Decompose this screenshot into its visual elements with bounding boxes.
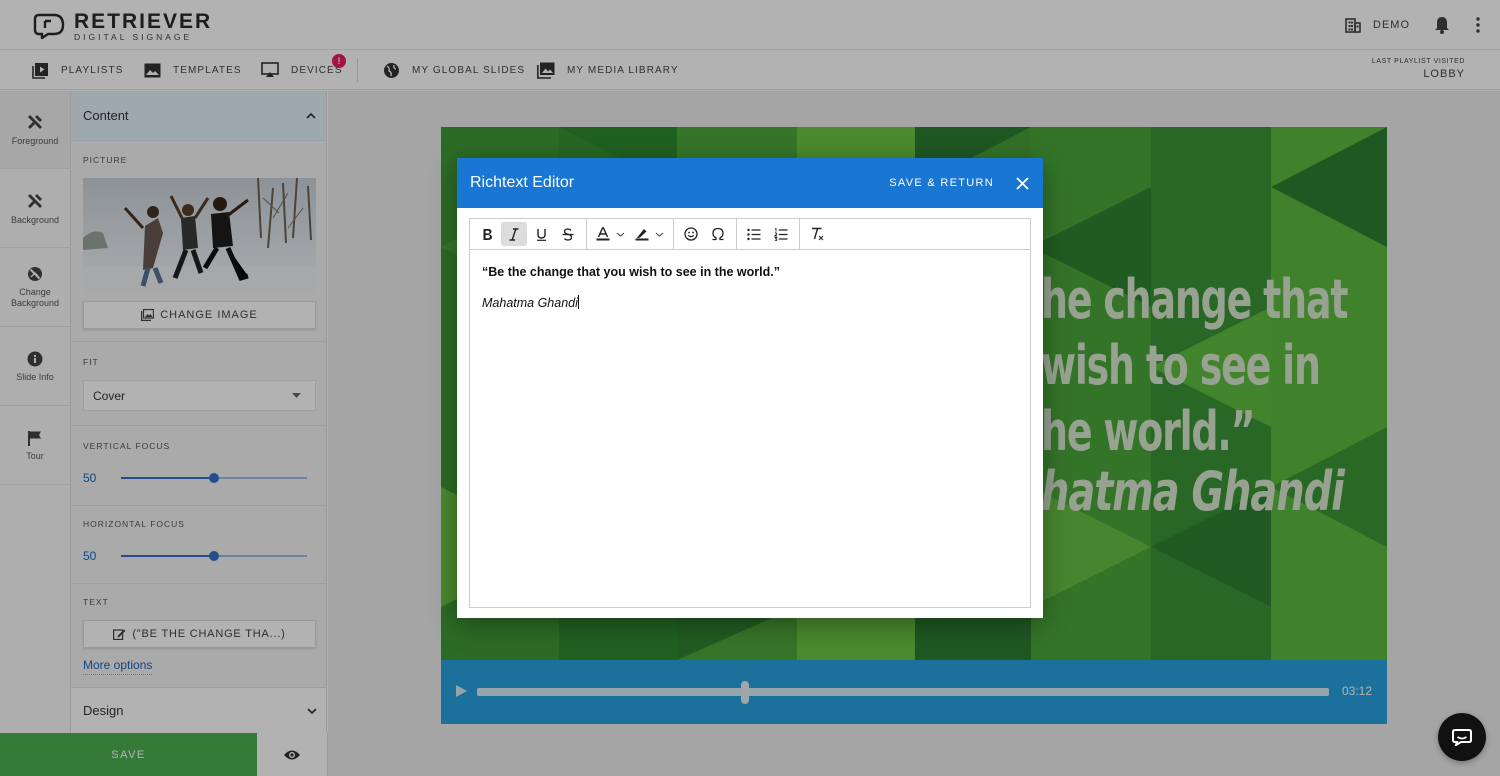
underline-icon [536, 228, 546, 241]
strikethrough-button[interactable] [555, 222, 581, 246]
italic-icon [509, 227, 519, 241]
emoji-icon [684, 227, 698, 241]
bullet-list-button[interactable] [741, 222, 767, 246]
quote-paragraph: “Be the change that you wish to see in t… [482, 265, 780, 279]
emoji-button[interactable] [678, 222, 704, 246]
editor-toolbar [470, 219, 1030, 250]
bold-icon [483, 228, 492, 240]
numbered-list-icon [774, 227, 788, 241]
toolbar-divider [586, 219, 587, 249]
toolbar-divider [736, 219, 737, 249]
strikethrough-icon [562, 227, 574, 241]
close-dialog-button[interactable] [1016, 176, 1029, 190]
chat-support-button[interactable] [1438, 713, 1486, 761]
save-and-return-button[interactable]: SAVE & RETURN [889, 177, 994, 189]
editor-content-area[interactable]: “Be the change that you wish to see in t… [470, 250, 1030, 341]
underline-button[interactable] [528, 222, 554, 246]
text-color-icon [596, 227, 609, 241]
dialog-header: Richtext Editor SAVE & RETURN [457, 158, 1043, 208]
bullet-list-icon [747, 228, 761, 240]
highlight-icon [635, 229, 648, 241]
author-paragraph: Mahatma Ghandi [482, 295, 1018, 310]
clear-formatting-icon [812, 227, 824, 241]
chat-icon [1452, 728, 1472, 746]
text-color-button[interactable] [591, 222, 629, 246]
bold-button[interactable] [474, 222, 500, 246]
close-icon [1016, 176, 1029, 190]
text-cursor [577, 295, 579, 309]
author-text: Mahatma Ghandi [482, 296, 578, 310]
omega-icon [712, 227, 724, 241]
highlight-color-button[interactable] [630, 222, 668, 246]
chevron-down-icon [616, 232, 624, 237]
clear-formatting-button[interactable] [804, 222, 830, 246]
toolbar-divider [799, 219, 800, 249]
numbered-list-button[interactable] [768, 222, 794, 246]
chevron-down-icon [655, 232, 663, 237]
dialog-title: Richtext Editor [470, 174, 575, 191]
richtext-editor-dialog: Richtext Editor SAVE & RETURN “Be the ch… [457, 158, 1043, 618]
richtext-editor: “Be the change that you wish to see in t… [469, 218, 1031, 608]
toolbar-divider [673, 219, 674, 249]
special-character-button[interactable] [705, 222, 731, 246]
italic-button[interactable] [501, 222, 527, 246]
